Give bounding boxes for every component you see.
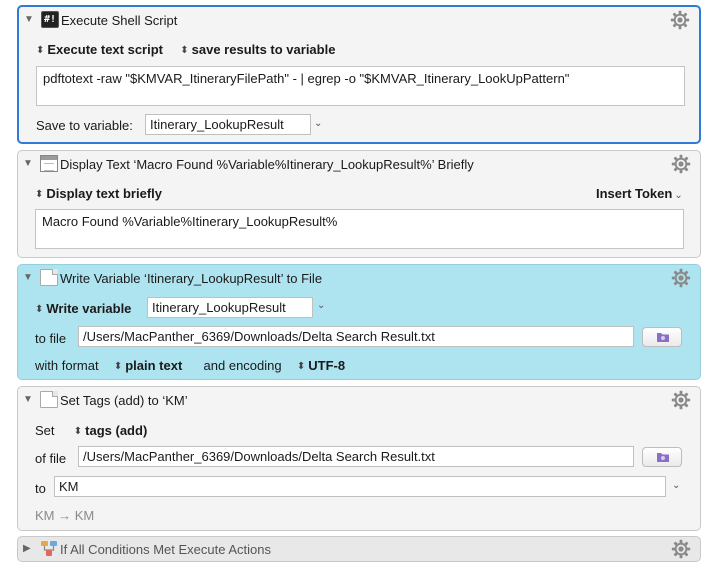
disclosure-triangle-icon[interactable]: ▶ [23, 543, 31, 554]
action-header[interactable]: ▼ Set Tags (add) to ‘KM’ [18, 387, 700, 413]
gear-icon[interactable] [671, 268, 691, 288]
tags-dropdown-chevron-icon[interactable]: ⌄ [672, 480, 680, 491]
display-text-icon [40, 155, 58, 172]
choose-file-button[interactable] [642, 327, 682, 347]
action-set-tags[interactable]: ▼ Set Tags (add) to ‘KM’ Set ⬍ tags (add)… [17, 386, 701, 531]
tags-preview-text: KM → KM [35, 508, 95, 523]
insert-token-menu[interactable]: Insert Token ⌄ [596, 186, 683, 201]
document-icon [40, 269, 58, 286]
updown-arrows-icon: ⬍ [180, 45, 189, 56]
to-label: to [35, 481, 46, 496]
folder-icon [657, 333, 669, 342]
write-mode-popup[interactable]: ⬍ Write variable [35, 301, 131, 316]
display-mode-popup[interactable]: ⬍ Display text briefly [35, 186, 162, 201]
action-title: Set Tags (add) to ‘KM’ [60, 393, 188, 408]
action-execute-shell-script[interactable]: ▼ #! Execute Shell Script ⬍ Execute text … [17, 5, 701, 144]
with-format-label: with format [35, 358, 99, 373]
conditions-icon [41, 541, 57, 556]
execute-mode-popup[interactable]: ⬍ Execute text script [36, 42, 163, 57]
gear-icon[interactable] [671, 390, 691, 410]
gear-icon[interactable] [671, 154, 691, 174]
set-label: Set [35, 423, 55, 438]
action-header[interactable]: ▶ If All Conditions Met Execute Actions [18, 537, 700, 563]
choose-file-button[interactable] [642, 447, 682, 467]
action-title: If All Conditions Met Execute Actions [60, 542, 271, 557]
to-file-label: to file [35, 331, 67, 346]
write-file-path-field[interactable]: /Users/MacPanther_6369/Downloads/Delta S… [78, 326, 634, 347]
action-display-text[interactable]: ▼ Display Text ‘Macro Found %Variable%It… [17, 150, 701, 258]
document-icon [40, 391, 58, 408]
action-header[interactable]: ▼ #! Execute Shell Script [19, 7, 699, 33]
action-header[interactable]: ▼ Write Variable ‘Itinerary_LookupResult… [18, 265, 700, 291]
updown-arrows-icon: ⬍ [113, 361, 123, 372]
tags-mode-popup[interactable]: ⬍ tags (add) [74, 423, 148, 438]
and-encoding-label: and encoding [203, 358, 282, 373]
gear-icon[interactable] [670, 10, 690, 30]
variable-dropdown-chevron-icon[interactable]: ⌄ [314, 118, 322, 129]
folder-icon [657, 453, 669, 462]
shell-script-icon: #! [41, 11, 59, 28]
chevron-down-icon: ⌄ [674, 190, 683, 201]
updown-arrows-icon: ⬍ [35, 304, 44, 315]
disclosure-triangle-icon[interactable]: ▼ [23, 158, 33, 169]
disclosure-triangle-icon[interactable]: ▼ [23, 272, 33, 283]
action-title: Execute Shell Script [61, 13, 178, 28]
save-variable-field[interactable]: Itinerary_LookupResult [145, 114, 311, 135]
display-text-area[interactable]: Macro Found %Variable%Itinerary_LookupRe… [35, 209, 684, 249]
tags-file-path-field[interactable]: /Users/MacPanther_6369/Downloads/Delta S… [78, 446, 634, 467]
save-to-variable-label: Save to variable: [36, 118, 133, 133]
action-title: Write Variable ‘Itinerary_LookupResult’ … [60, 271, 323, 286]
format-popup[interactable]: ⬍ plain text [114, 358, 182, 373]
action-write-variable-to-file[interactable]: ▼ Write Variable ‘Itinerary_LookupResult… [17, 264, 701, 380]
updown-arrows-icon: ⬍ [296, 361, 306, 372]
updown-arrows-icon: ⬍ [73, 426, 83, 437]
action-header[interactable]: ▼ Display Text ‘Macro Found %Variable%It… [18, 151, 700, 177]
disclosure-triangle-icon[interactable]: ▼ [23, 394, 33, 405]
tags-field[interactable]: KM [54, 476, 666, 497]
of-file-label: of file [35, 451, 67, 466]
write-variable-field[interactable]: Itinerary_LookupResult [147, 297, 313, 318]
gear-icon[interactable] [671, 539, 691, 559]
action-if-conditions[interactable]: ▶ If All Conditions Met Execute Actions [17, 536, 701, 562]
disclosure-triangle-icon[interactable]: ▼ [24, 14, 34, 25]
action-title: Display Text ‘Macro Found %Variable%Itin… [60, 157, 474, 172]
updown-arrows-icon: ⬍ [35, 189, 44, 200]
updown-arrows-icon: ⬍ [36, 45, 45, 56]
results-mode-popup[interactable]: ⬍ save results to variable [180, 42, 335, 57]
script-text-area[interactable]: pdftotext -raw "$KMVAR_ItineraryFilePath… [36, 66, 685, 106]
variable-dropdown-chevron-icon[interactable]: ⌄ [317, 300, 325, 311]
encoding-popup[interactable]: ⬍ UTF-8 [297, 358, 345, 373]
